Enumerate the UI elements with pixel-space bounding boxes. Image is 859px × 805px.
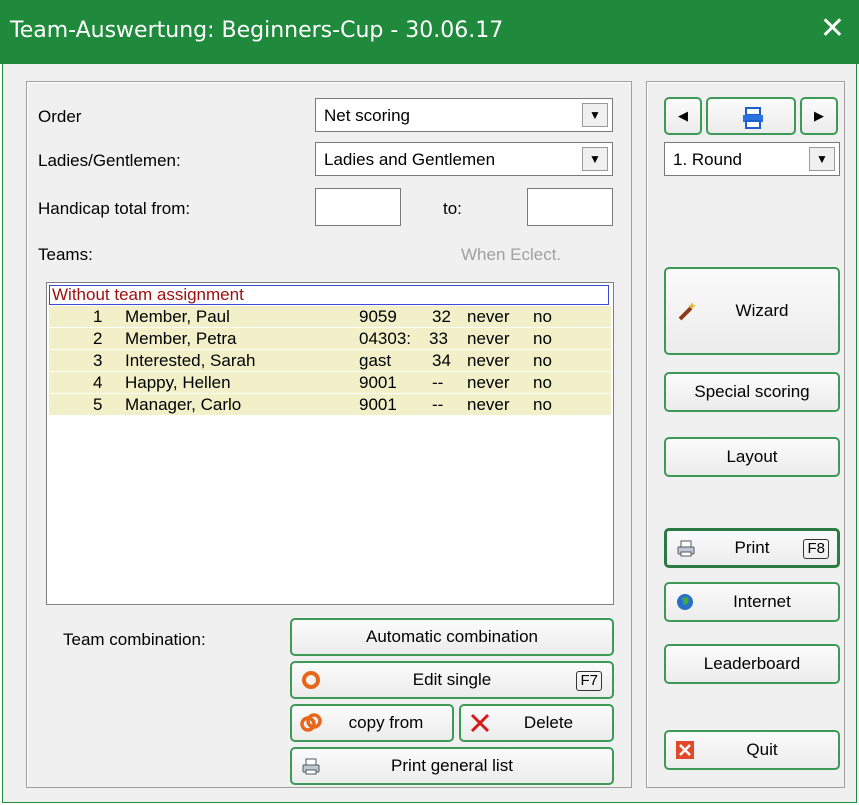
order-value: Net scoring (324, 106, 410, 125)
close-icon[interactable]: ✕ (820, 14, 845, 44)
automatic-combination-button[interactable]: Automatic combination (290, 618, 614, 656)
print-preview-button[interactable] (706, 97, 796, 135)
next-button[interactable]: ▶ (800, 97, 838, 135)
order-label: Order (38, 107, 82, 126)
handicap-label: Handicap total from: (38, 199, 191, 218)
table-row[interactable]: 4 Happy, Hellen 9001 -- never no (49, 372, 611, 393)
title-bar: Team-Auswertung: Beginners-Cup - 30.06.1… (0, 0, 859, 64)
list-header-item[interactable]: Without team assignment (49, 285, 609, 305)
chevron-down-icon[interactable]: ▼ (582, 147, 608, 171)
wizard-button[interactable]: Wizard (664, 267, 840, 355)
order-select[interactable]: Net scoring ▼ (315, 98, 613, 132)
f7-key-badge: F7 (576, 671, 602, 691)
print-button[interactable]: Print F8 (664, 528, 840, 568)
when-eclect-label: When Eclect. (461, 245, 562, 264)
leaderboard-button[interactable]: Leaderboard (664, 644, 840, 684)
window-title: Team-Auswertung: Beginners-Cup - 30.06.1… (10, 18, 504, 43)
to-label: to: (443, 199, 462, 218)
round-value: 1. Round (673, 150, 742, 169)
print-general-list-button[interactable]: Print general list (290, 747, 614, 785)
handicap-to-input[interactable] (527, 188, 613, 226)
teams-label: Teams: (38, 245, 93, 264)
handicap-from-input[interactable] (315, 188, 401, 226)
chevron-down-icon[interactable]: ▼ (582, 103, 608, 127)
gender-value: Ladies and Gentlemen (324, 150, 496, 169)
triangle-left-icon: ◀ (678, 108, 688, 123)
dialog-client: Order Net scoring ▼ Ladies/Gentlemen: La… (2, 64, 857, 803)
internet-button[interactable]: Internet (664, 582, 840, 622)
f8-key-badge: F8 (803, 539, 829, 559)
copy-from-button[interactable]: copy from (290, 704, 454, 742)
table-row[interactable]: 2 Member, Petra 04303: 33 never no (49, 328, 611, 349)
edit-single-button[interactable]: Edit single F7 (290, 661, 614, 699)
gender-select[interactable]: Ladies and Gentlemen ▼ (315, 142, 613, 176)
gender-label: Ladies/Gentlemen: (38, 151, 181, 170)
team-combination-label: Team combination: (63, 630, 206, 649)
special-scoring-button[interactable]: Special scoring (664, 372, 840, 412)
table-row[interactable]: 3 Interested, Sarah gast 34 never no (49, 350, 611, 371)
delete-button[interactable]: Delete (459, 704, 614, 742)
table-row[interactable]: 5 Manager, Carlo 9001 -- never no (49, 394, 611, 415)
teams-list[interactable]: Without team assignment 1 Member, Paul 9… (46, 282, 614, 605)
chevron-down-icon[interactable]: ▼ (809, 147, 835, 171)
quit-button[interactable]: Quit (664, 730, 840, 770)
triangle-right-icon: ▶ (814, 108, 824, 123)
table-row[interactable]: 1 Member, Paul 9059 32 never no (49, 306, 611, 327)
printer-blue-icon (743, 107, 763, 129)
round-select[interactable]: 1. Round ▼ (664, 142, 840, 176)
copy-rings-icon (300, 713, 322, 732)
layout-button[interactable]: Layout (664, 437, 840, 477)
previous-button[interactable]: ◀ (664, 97, 702, 135)
